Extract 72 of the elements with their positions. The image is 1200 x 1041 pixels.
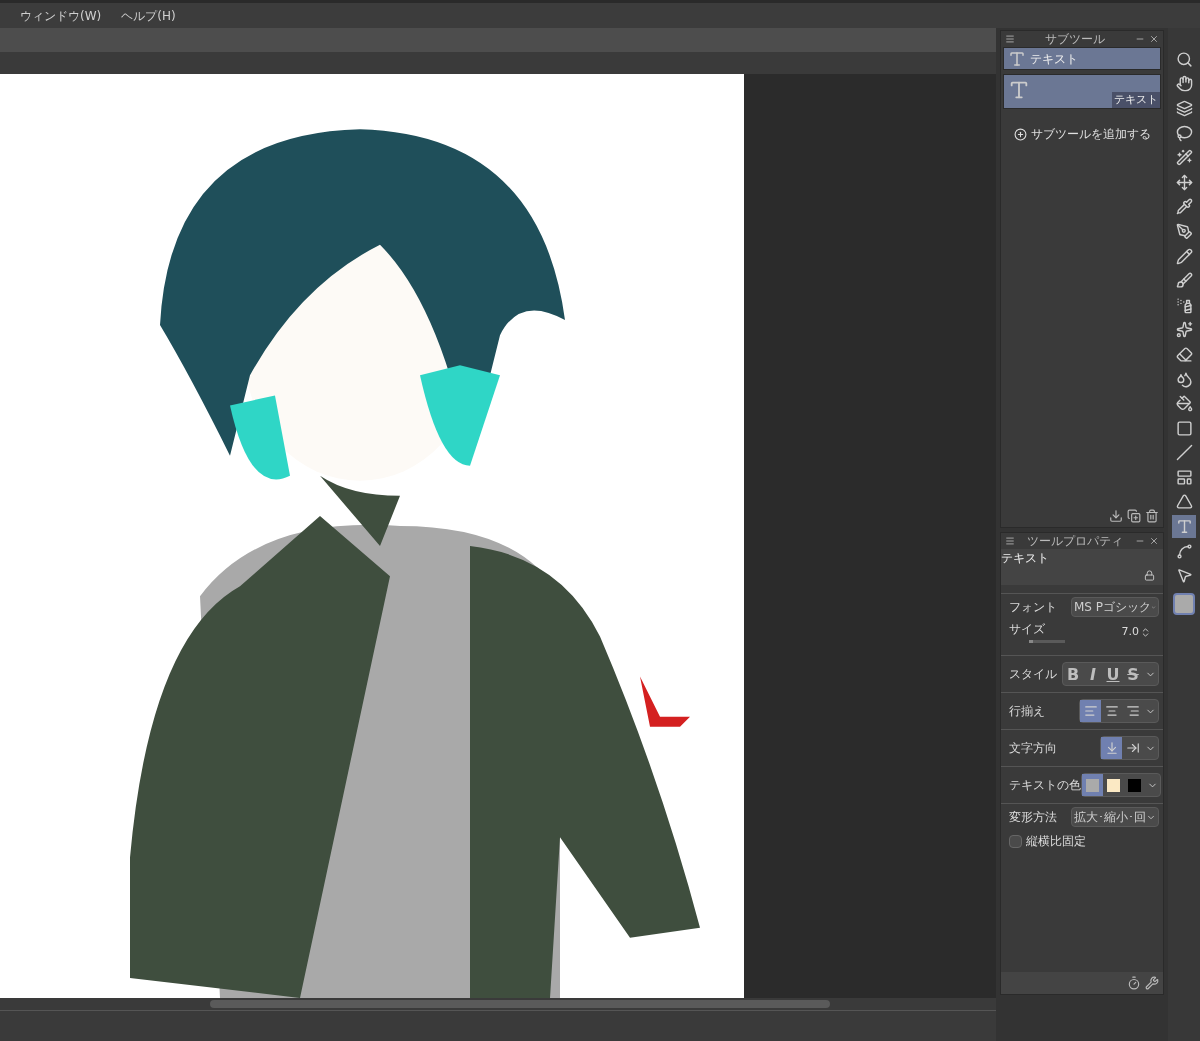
property-label: 変形方法 (1009, 809, 1057, 826)
line-icon (1175, 444, 1193, 462)
subtool-item[interactable]: テキスト (1003, 74, 1161, 109)
brush-icon (1175, 272, 1193, 290)
dropdown-value: MS Pゴシック (1074, 599, 1152, 616)
property-label: 行揃え (1009, 703, 1045, 720)
move-icon (1175, 173, 1193, 191)
align-icon (1125, 704, 1140, 718)
curve-icon (1175, 542, 1193, 560)
menu-icon[interactable] (1005, 536, 1015, 546)
menu-item[interactable]: ヘルプ(H) (121, 6, 176, 25)
wrench-icon[interactable] (1145, 976, 1159, 990)
stepper-icon[interactable] (1140, 626, 1151, 638)
property-label: サイズ (1009, 621, 1046, 638)
property-label: テキストの色 (1009, 777, 1081, 794)
scroll-bar[interactable] (0, 998, 996, 1010)
lasso-icon (1175, 124, 1193, 142)
group-label: テキスト (1030, 50, 1078, 68)
plus-icon (1013, 127, 1027, 141)
layers-icon (1175, 100, 1193, 117)
tool-name: テキスト (1001, 550, 1049, 567)
hand-icon (1175, 75, 1193, 93)
style-toggle[interactable]: I (1083, 663, 1103, 685)
size-slider[interactable] (1029, 640, 1065, 643)
sparkle-icon (1175, 321, 1193, 339)
copy-icon[interactable] (1127, 509, 1141, 523)
menu-item[interactable]: ウィンドウ(W) (20, 6, 102, 25)
size-value: 7.0 (1121, 624, 1139, 640)
frame-icon (1175, 468, 1193, 486)
square-icon (1175, 419, 1193, 437)
type-icon (1008, 49, 1026, 68)
property-label: 文字方向 (1009, 740, 1057, 757)
color-swatch-icon[interactable] (1173, 593, 1195, 616)
type-icon (1008, 79, 1030, 101)
close-icon[interactable] (1149, 34, 1159, 44)
search-icon (1175, 50, 1193, 68)
subtool-label: テキスト (1112, 91, 1160, 108)
checkbox[interactable] (1009, 834, 1022, 848)
spray-icon (1175, 296, 1193, 314)
property-label: フォント (1009, 599, 1057, 616)
direction-icon (1104, 741, 1119, 755)
timer-icon[interactable] (1127, 976, 1141, 990)
style-toggle[interactable]: B (1063, 663, 1083, 685)
eraser-icon (1175, 345, 1193, 363)
download-icon[interactable] (1109, 509, 1123, 523)
add-subtool-button[interactable]: サブツールを追加する (1013, 125, 1151, 143)
dropdown-value: 拡大･縮小･回 (1074, 809, 1146, 826)
pen-nib-icon (1175, 222, 1193, 240)
bucket-icon (1175, 395, 1193, 413)
pencil-icon (1175, 247, 1193, 265)
dropdown[interactable]: MS Pゴシック (1071, 597, 1159, 617)
triangle-icon (1175, 493, 1193, 511)
droplets-icon (1175, 370, 1193, 388)
menu-icon[interactable] (1005, 34, 1015, 44)
dropdown[interactable]: 拡大･縮小･回 (1071, 807, 1159, 827)
close-icon[interactable] (1149, 536, 1159, 546)
align-icon (1104, 704, 1119, 718)
subtool-group-tab[interactable]: テキスト (1003, 47, 1161, 70)
lock-icon[interactable] (1144, 570, 1155, 581)
property-label: 縦横比固定 (1026, 833, 1086, 850)
trash-icon[interactable] (1145, 509, 1159, 523)
type-icon (1175, 518, 1193, 536)
property-label: スタイル (1009, 666, 1057, 683)
style-toggle[interactable]: S (1123, 663, 1143, 685)
direction-icon (1125, 741, 1140, 755)
pointer-icon (1175, 567, 1193, 585)
align-icon (1083, 704, 1098, 718)
wand-icon (1175, 149, 1193, 167)
panel-title: サブツール (1045, 31, 1105, 48)
eyedropper-icon (1175, 198, 1193, 216)
panel-title: ツールプロパティ (1027, 533, 1123, 550)
style-toggle[interactable]: U (1103, 663, 1123, 685)
